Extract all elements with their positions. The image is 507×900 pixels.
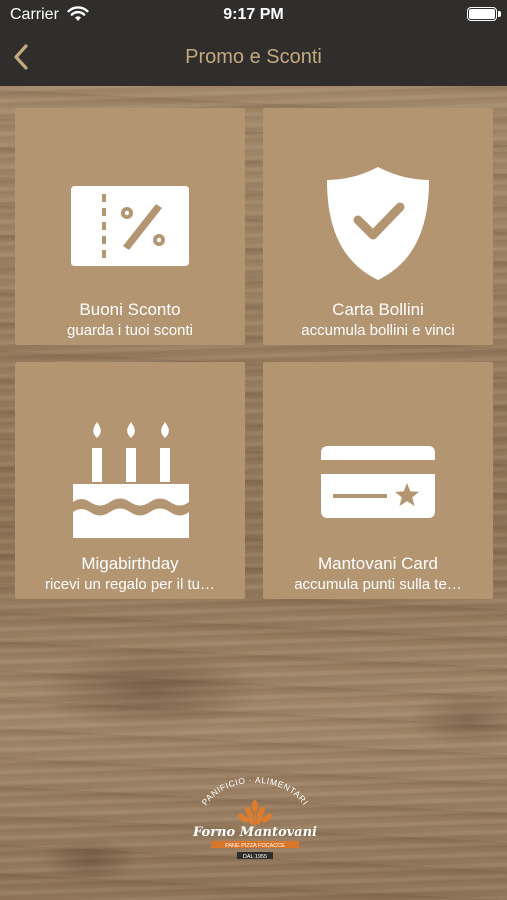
tile-mantovani-card[interactable]: Mantovani Card accumula punti sulla te… [263, 362, 493, 599]
navigation-bar: Promo e Sconti [0, 30, 507, 86]
chevron-left-icon [14, 44, 28, 70]
tile-subtitle: accumula bollini e vinci [301, 322, 455, 339]
tile-subtitle: accumula punti sulla te… [294, 576, 462, 593]
wheat-icon [238, 800, 272, 826]
logo-since: DAL 1955 [243, 854, 267, 860]
clock: 9:17 PM [223, 6, 284, 23]
tile-subtitle: guarda i tuoi sconti [67, 322, 193, 339]
tile-carta-bollini[interactable]: Carta Bollini accumula bollini e vinci [263, 108, 493, 345]
tile-title: Buoni Sconto [79, 300, 181, 319]
shield-check-icon [263, 108, 493, 293]
page-title: Promo e Sconti [185, 46, 322, 68]
tile-subtitle: ricevi un regalo per il tu… [44, 576, 216, 593]
tile-title: Carta Bollini [332, 300, 424, 319]
battery-tip [498, 11, 501, 17]
tile-title: Mantovani Card [317, 554, 438, 573]
status-bar: Carrier 9:17 PM [0, 0, 507, 30]
battery-icon [467, 7, 501, 21]
logo-name: Forno Mantovani [192, 825, 317, 840]
battery-fill [469, 9, 495, 19]
card-star-icon [263, 362, 493, 547]
tile-buoni-sconto[interactable]: Buoni Sconto guarda i tuoi sconti [15, 108, 245, 345]
birthday-cake-icon [15, 362, 245, 547]
tile-migabirthday[interactable]: Migabirthday ricevi un regalo per il tu… [15, 362, 245, 599]
discount-coupon-icon [15, 108, 245, 293]
tile-title: Migabirthday [81, 554, 179, 573]
back-button[interactable] [6, 40, 42, 76]
logo-tagline: PANE PIZZA FOCACCE [225, 843, 285, 849]
forno-mantovani-logo: PANIFICIO · ALIMENTARI Forno Mantovani P… [185, 770, 325, 870]
